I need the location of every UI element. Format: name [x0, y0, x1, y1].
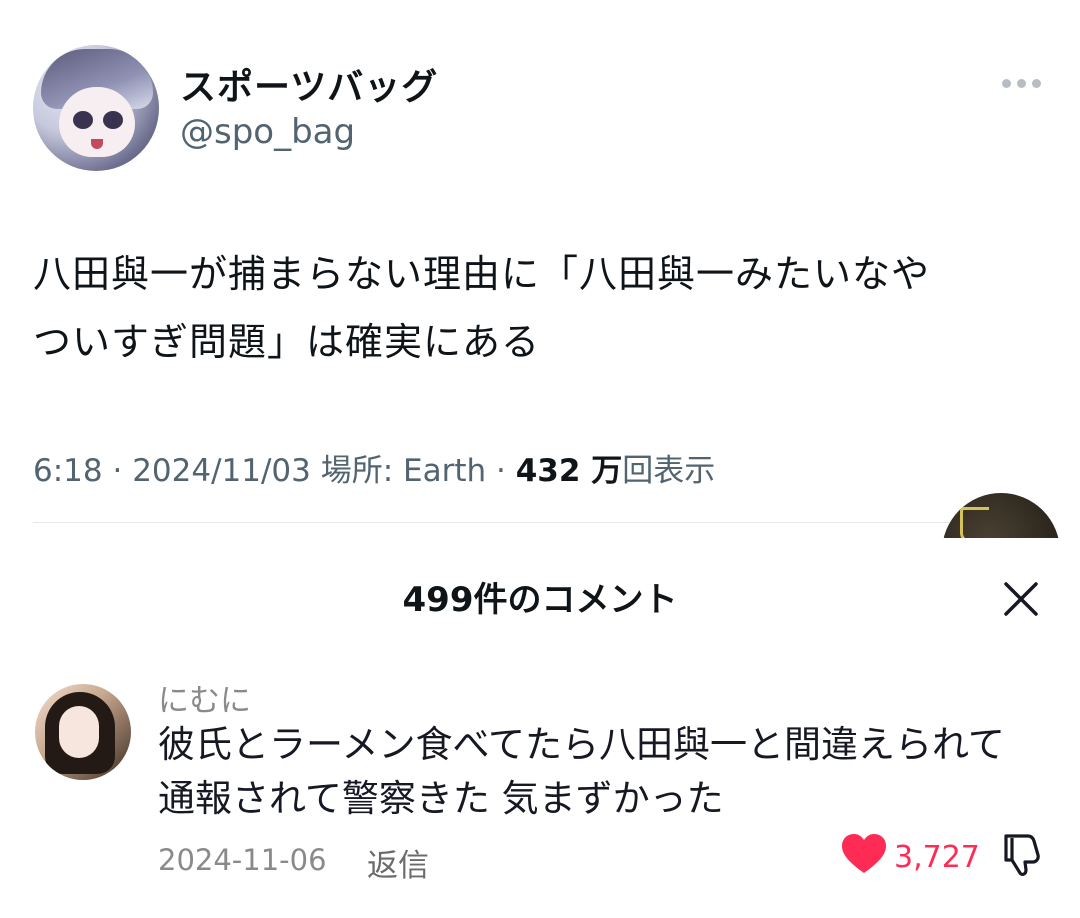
- commenter-avatar[interactable]: [35, 684, 131, 780]
- close-icon[interactable]: [1000, 578, 1042, 620]
- author-handle[interactable]: @spo_bag: [180, 112, 355, 152]
- comment-text: 彼氏とラーメン食べてたら八田與一と間違えられて 通報されて警察きた 気まずかった: [158, 718, 1058, 826]
- divider: [33, 522, 1053, 523]
- author-display-name[interactable]: スポーツバッグ: [180, 58, 438, 110]
- commenter-username[interactable]: にむに: [158, 675, 251, 720]
- reply-button[interactable]: 返信: [367, 840, 429, 885]
- tweet-meta: 6:18 · 2024/11/03 場所: Earth · 432 万回表示: [33, 453, 716, 489]
- comments-sheet-title: 499件のコメント: [402, 580, 678, 620]
- author-avatar[interactable]: [33, 45, 159, 171]
- tweet-time[interactable]: 6:18: [33, 453, 103, 489]
- more-dots-icon[interactable]: [998, 70, 1044, 96]
- comment-text-line: 通報されて警察きた 気まずかった: [158, 777, 724, 820]
- tweet-text: 八田與一が捕まらない理由に「八田與一みたいなや ついすぎ問題」は確実にある: [33, 240, 1053, 376]
- heart-icon[interactable]: [840, 833, 888, 875]
- tweet-location: 場所: Earth: [320, 453, 487, 489]
- tweet-text-line: ついすぎ問題」は確実にある: [33, 320, 541, 364]
- thumbs-down-icon[interactable]: [998, 830, 1046, 878]
- comment-text-line: 彼氏とラーメン食べてたら八田與一と間違えられて: [158, 723, 1005, 766]
- like-count: 3,727: [894, 840, 980, 875]
- tweet-text-line: 八田與一が捕まらない理由に「八田與一みたいなや: [33, 252, 931, 296]
- views-count: 432 万: [515, 453, 623, 489]
- views-label: 回表示: [622, 453, 716, 489]
- tweet-date[interactable]: 2024/11/03: [132, 453, 311, 489]
- comment-date: 2024-11-06: [158, 843, 327, 877]
